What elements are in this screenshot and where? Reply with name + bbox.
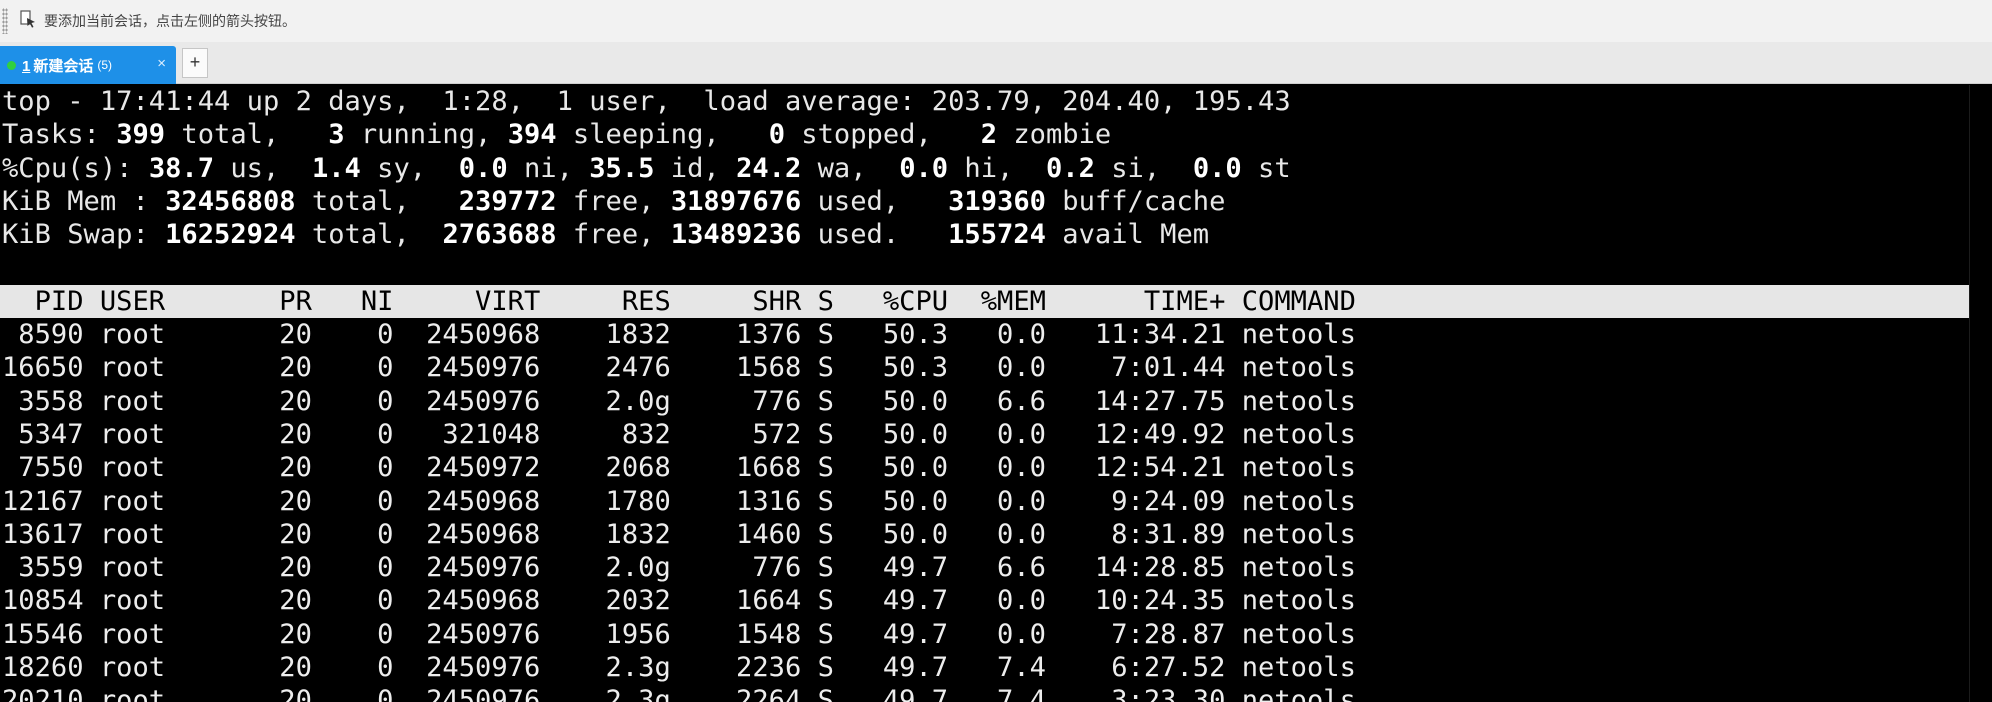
swap-total: 16252924 [165, 219, 296, 251]
mem-total: 32456808 [165, 185, 296, 217]
process-table-header: PID USER PR NI VIRT RES SHR S %CPU %MEM … [0, 284, 1992, 319]
cpu-st: 0.0 [1192, 152, 1242, 184]
tasks-stopped: 0 [768, 119, 785, 151]
new-tab-button[interactable]: + [182, 48, 208, 78]
process-row: 7550 root 20 0 2450972 2068 1668 S 50.0 … [2, 452, 1356, 484]
hint-text: 要添加当前会话，点击左侧的箭头按钮。 [44, 13, 296, 29]
add-session-arrow-icon[interactable] [18, 9, 44, 34]
cpu-wa: 24.2 [736, 152, 802, 184]
cpu-hi: 0.0 [899, 152, 949, 184]
process-row: 3559 root 20 0 2450976 2.0g 776 S 49.7 6… [2, 552, 1356, 584]
tab-label: 新建会话 [33, 57, 94, 75]
mem-buff-cache: 319360 [948, 185, 1046, 217]
process-row: 5347 root 20 0 321048 832 572 S 50.0 0.0… [2, 418, 1356, 450]
tab-bar: 1 新建会话 (5) × + [0, 42, 1992, 84]
tasks-running: 3 [328, 119, 345, 151]
process-row: 16650 root 20 0 2450976 2476 1568 S 50.3… [2, 352, 1356, 384]
cpu-si: 0.2 [1046, 152, 1095, 184]
process-row: 13617 root 20 0 2450968 1832 1460 S 50.0… [2, 518, 1356, 550]
process-row: 12167 root 20 0 2450968 1780 1316 S 50.0… [2, 485, 1356, 517]
process-table-body: 8590 root 20 0 2450968 1832 1376 S 50.3 … [0, 318, 1992, 702]
terminal-output[interactable]: top - 17:41:44 up 2 days, 1:28, 1 user, … [0, 85, 1992, 702]
cpu-sy: 1.4 [311, 152, 361, 184]
process-row: 18260 root 20 0 2450976 2.3g 2236 S 49.7… [2, 652, 1356, 684]
drag-handle[interactable] [2, 8, 8, 34]
uptime-line: top - 17:41:44 up 2 days, 1:28, 1 user, … [2, 86, 1291, 117]
process-row: 10854 root 20 0 2450968 2032 1664 S 49.7… [2, 585, 1356, 617]
tasks-line: Tasks: 399 total, 3 running, 394 sleepin… [2, 119, 1112, 151]
connection-status-icon [7, 60, 16, 70]
session-hint-bar: 要添加当前会话，点击左侧的箭头按钮。 [0, 0, 1992, 43]
mem-line: KiB Mem : 32456808 total, 239772 free, 3… [2, 185, 1226, 217]
cpu-ni: 0.0 [458, 152, 508, 184]
process-row: 8590 root 20 0 2450968 1832 1376 S 50.3 … [2, 319, 1356, 351]
mem-used: 31897676 [670, 185, 802, 217]
swap-line: KiB Swap: 16252924 total, 2763688 free, … [2, 219, 1210, 251]
tab-count: (5) [97, 58, 113, 72]
tab-number: 1 [22, 57, 31, 75]
tab-session-1[interactable]: 1 新建会话 (5) × [0, 46, 176, 84]
tasks-zombie: 2 [980, 119, 998, 151]
tasks-total: 399 [116, 119, 166, 151]
swap-avail-mem: 155724 [948, 219, 1046, 251]
terminal-scrollbar[interactable] [1969, 85, 1992, 702]
swap-used: 13489236 [670, 219, 802, 251]
process-row: 20210 root 20 0 2450976 2.3g 2264 S 49.7… [2, 685, 1356, 702]
tab-title: 1 新建会话 [22, 55, 93, 76]
close-tab-icon[interactable]: × [157, 55, 166, 73]
process-row: 3558 root 20 0 2450976 2.0g 776 S 50.0 6… [2, 385, 1356, 417]
mem-free: 239772 [458, 185, 557, 217]
tasks-sleeping: 394 [507, 119, 557, 151]
cpu-line: %Cpu(s): 38.7 us, 1.4 sy, 0.0 ni, 35.5 i… [2, 152, 1291, 184]
cpu-us: 38.7 [148, 152, 215, 184]
process-row: 15546 root 20 0 2450976 1956 1548 S 49.7… [2, 618, 1356, 650]
cpu-id: 35.5 [589, 152, 655, 184]
swap-free: 2763688 [442, 219, 557, 251]
